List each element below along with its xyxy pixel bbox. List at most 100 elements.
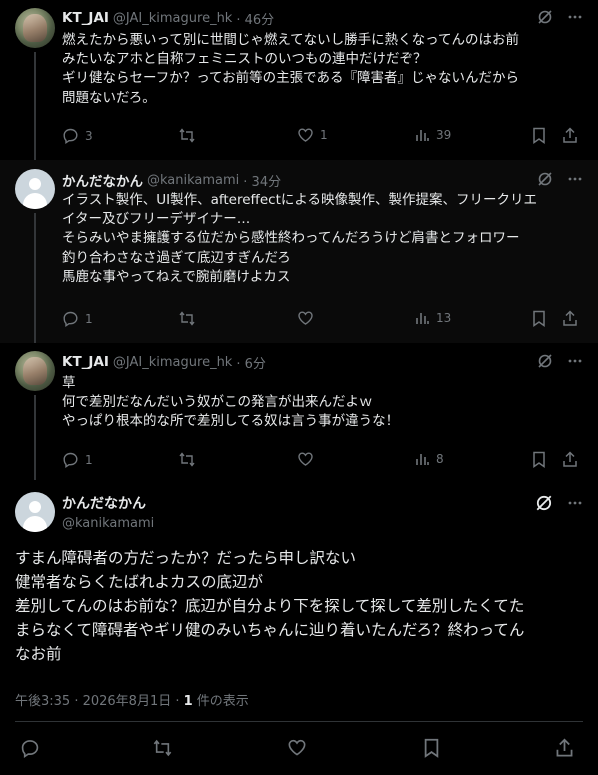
views-button[interactable]: 39 (414, 127, 451, 143)
more-icon[interactable] (567, 353, 583, 369)
focused-tweet: かんだなかん @kanikamami すまん障碍者の方だったか？だったら申し訳な… (0, 480, 598, 775)
divider (15, 721, 583, 722)
avatar[interactable] (15, 8, 55, 48)
user-handle[interactable]: @kanikamami (147, 173, 239, 188)
bookmark-icon (532, 310, 546, 327)
more-icon[interactable] (567, 495, 583, 511)
reply-tweet[interactable]: KT_JAI @JAI_kimagure_hk · 46分 燃えたから悪いって別… (0, 0, 598, 160)
reply-icon (62, 451, 79, 468)
thread-connector (34, 52, 36, 160)
avatar[interactable] (15, 351, 55, 391)
bookmark-button[interactable] (532, 310, 546, 327)
views-label: 件の表示 (192, 694, 249, 709)
thread-connector (34, 395, 36, 480)
tweet-text: 草 何で差別だなんだいう奴がこの発言が出来んだよｗ やっぱり根本的な所で差別して… (62, 375, 400, 430)
more-icon[interactable] (567, 9, 583, 25)
tweet-header: かんだなかん @kanikamami · 34分 (62, 170, 583, 190)
bookmark-icon (423, 738, 440, 758)
share-icon (562, 310, 578, 327)
views-icon (414, 451, 430, 467)
retweet-button[interactable] (152, 738, 173, 758)
share-icon (562, 451, 578, 468)
views-icon (414, 310, 430, 326)
tweet-timestamp[interactable]: 午後3:35 · 2026年8月1日 · (15, 694, 184, 709)
like-icon (287, 738, 307, 757)
user-handle[interactable]: @kanikamami (62, 516, 154, 531)
avatar[interactable] (15, 169, 55, 209)
display-name[interactable]: かんだなかん (62, 493, 146, 513)
like-icon (297, 127, 314, 143)
share-button[interactable] (562, 127, 578, 144)
views-count: 8 (436, 452, 444, 466)
tweet-meta: 午後3:35 · 2026年8月1日 · 1 件の表示 (15, 690, 249, 709)
reply-count: 1 (85, 452, 93, 467)
share-button[interactable] (562, 310, 578, 327)
reply-tweet[interactable]: かんだなかん @kanikamami · 34分 イラスト製作、UI製作、aft… (0, 160, 598, 343)
reply-icon (20, 738, 40, 758)
retweet-button[interactable] (178, 310, 202, 327)
reply-button[interactable] (20, 738, 40, 758)
bookmark-icon (532, 127, 546, 144)
retweet-button[interactable] (178, 451, 202, 468)
tweet-header: かんだなかん (62, 494, 583, 512)
reply-icon (62, 310, 79, 327)
reply-count: 3 (85, 128, 93, 143)
tweet-text: イラスト製作、UI製作、aftereffectによる映像製作、製作提案、フリーク… (62, 192, 537, 285)
views-button[interactable]: 13 (414, 310, 451, 326)
display-name[interactable]: かんだなかん (62, 170, 143, 190)
more-icon[interactable] (567, 171, 583, 187)
bookmark-icon (532, 451, 546, 468)
share-button[interactable] (555, 738, 574, 758)
views-count: 1 (183, 694, 193, 709)
tweet-actions (15, 738, 583, 762)
display-name[interactable]: KT_JAI (62, 354, 109, 370)
like-button[interactable]: 1 (297, 127, 328, 143)
tweet-actions: 1 8 (62, 451, 583, 471)
views-button[interactable]: 8 (414, 451, 444, 467)
thread-connector (34, 213, 36, 343)
reply-button[interactable]: 1 (62, 451, 93, 468)
user-handle[interactable]: @JAI_kimagure_hk (113, 355, 232, 370)
bookmark-button[interactable] (532, 127, 546, 144)
tweet-header: KT_JAI @JAI_kimagure_hk · 46分 (62, 9, 583, 28)
bookmark-button[interactable] (532, 451, 546, 468)
tweet-time[interactable]: · 6分 (236, 353, 266, 372)
grok-icon[interactable] (537, 171, 553, 187)
reply-icon (62, 127, 79, 144)
tweet-time[interactable]: · 46分 (236, 9, 274, 28)
views-icon (414, 127, 430, 143)
retweet-button[interactable] (178, 127, 202, 144)
like-button[interactable] (297, 451, 320, 467)
reply-button[interactable]: 1 (62, 310, 93, 327)
tweet-header: KT_JAI @JAI_kimagure_hk · 6分 (62, 353, 583, 372)
share-icon (562, 127, 578, 144)
retweet-icon (178, 451, 196, 468)
tweet-text: 燃えたから悪いって別に世間じゃ燃えてないし勝手に熱くなってんのはお前 みたいなア… (62, 32, 519, 106)
retweet-icon (178, 310, 196, 327)
reply-button[interactable]: 3 (62, 127, 93, 144)
grok-icon[interactable] (537, 9, 553, 25)
like-count: 1 (320, 128, 328, 142)
display-name[interactable]: KT_JAI (62, 10, 109, 26)
avatar[interactable] (15, 492, 55, 532)
like-icon (297, 310, 314, 326)
tweet-text: すまん障碍者の方だったか？だったら申し訳ない 健常者ならくたばれよカスの底辺が … (15, 549, 525, 663)
grok-icon[interactable] (537, 353, 553, 369)
share-icon (555, 738, 574, 758)
like-icon (297, 451, 314, 467)
grok-icon[interactable] (535, 494, 553, 512)
views-count: 13 (436, 311, 452, 325)
tweet-actions: 1 13 (62, 310, 583, 330)
user-handle[interactable]: @JAI_kimagure_hk (113, 11, 232, 26)
retweet-icon (152, 738, 173, 758)
bookmark-button[interactable] (423, 738, 440, 758)
like-button[interactable] (297, 310, 320, 326)
reply-tweet[interactable]: KT_JAI @JAI_kimagure_hk · 6分 草 何で差別だなんだい… (0, 343, 598, 480)
views-count: 39 (436, 128, 452, 142)
like-button[interactable] (287, 738, 307, 757)
conversation-thread: KT_JAI @JAI_kimagure_hk · 46分 燃えたから悪いって別… (0, 0, 598, 775)
tweet-actions: 3 1 39 (62, 127, 583, 147)
tweet-time[interactable]: · 34分 (243, 171, 281, 190)
share-button[interactable] (562, 451, 578, 468)
retweet-icon (178, 127, 196, 144)
